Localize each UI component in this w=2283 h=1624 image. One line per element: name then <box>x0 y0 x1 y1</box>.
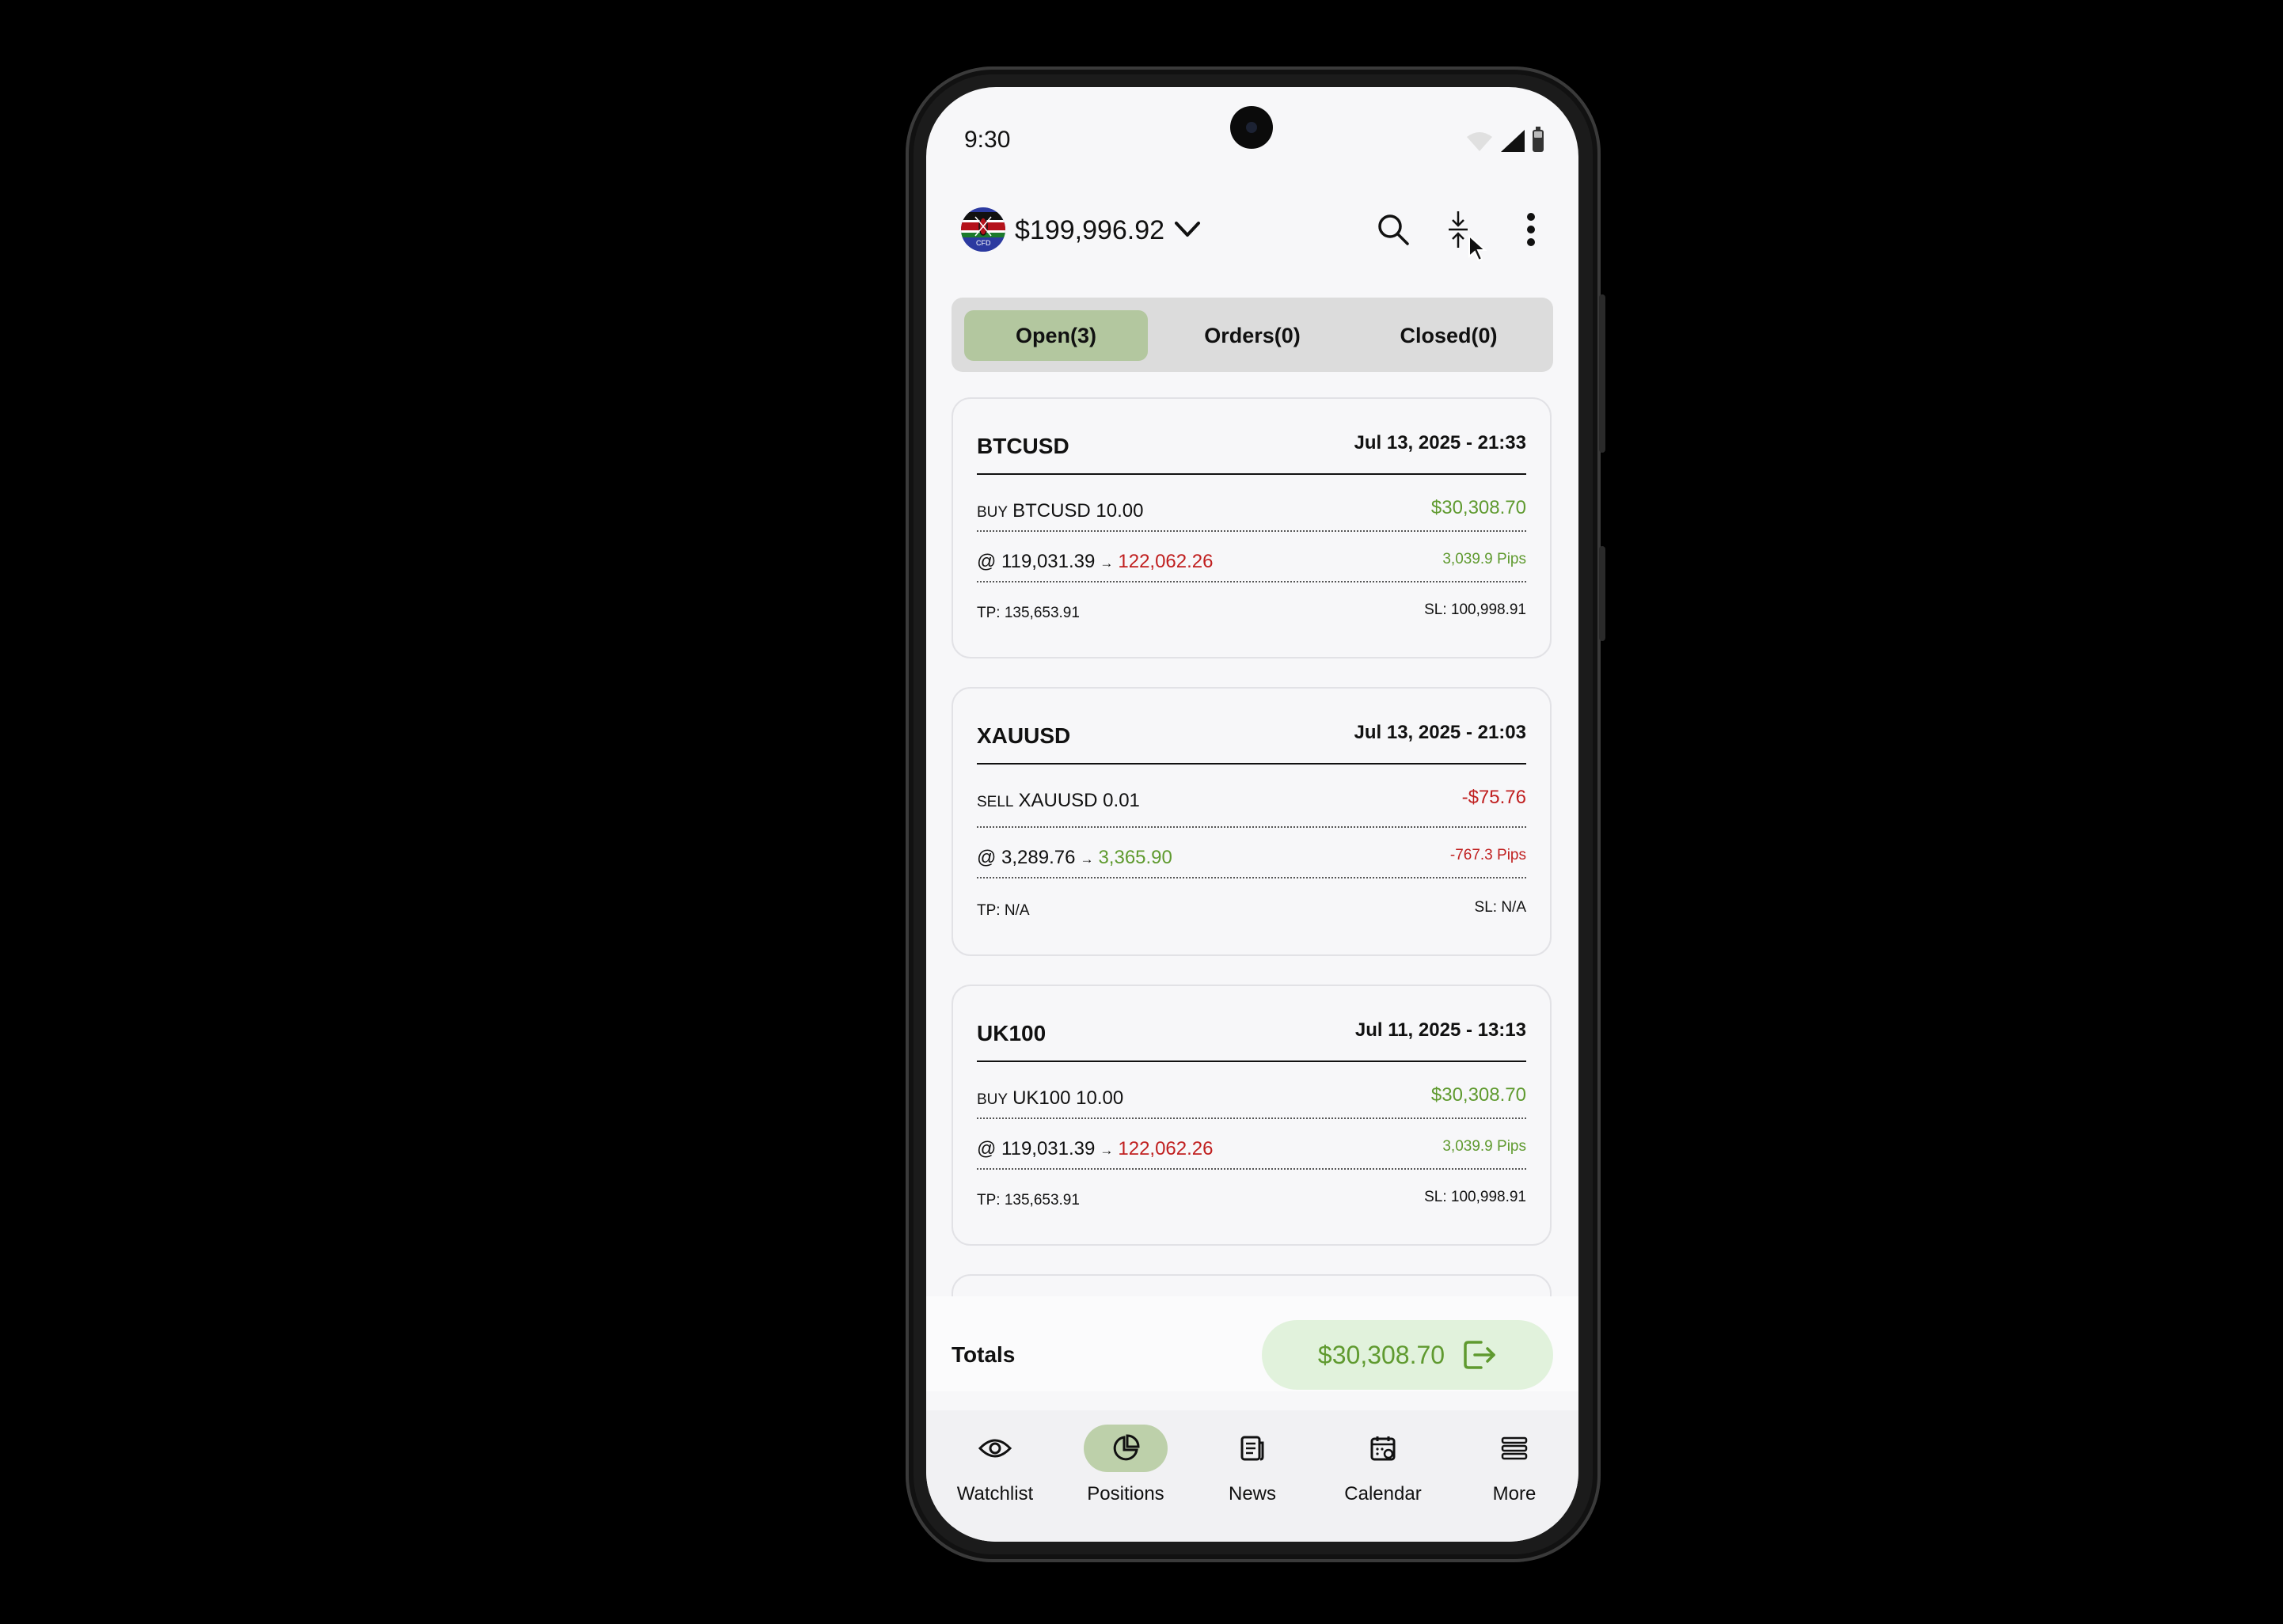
trade-side: BUY <box>977 1091 1009 1108</box>
position-trade-line: BUY UK100 10.00 <box>977 1087 1123 1110</box>
trade-side: SELL <box>977 794 1014 810</box>
nav-news[interactable]: News <box>1193 1410 1312 1513</box>
front-camera <box>1230 106 1273 149</box>
stop-loss: SL: 100,998.91 <box>1424 1189 1526 1205</box>
chevron-down-icon[interactable] <box>1172 214 1203 245</box>
tab-closed[interactable]: Closed(0) <box>1357 310 1540 361</box>
position-price-line: @ 3,289.76 → 3,365.90 <box>977 847 1172 869</box>
position-price-line: @ 119,031.39 → 122,062.26 <box>977 551 1214 573</box>
position-date: Jul 11, 2025 - 13:13 <box>1354 1019 1526 1041</box>
search-button[interactable] <box>1373 209 1414 250</box>
take-profit: TP: 135,653.91 <box>977 605 1080 621</box>
signal-icon <box>1501 130 1525 152</box>
pie-chart-icon <box>1084 1425 1168 1472</box>
calendar-icon <box>1341 1425 1425 1472</box>
status-time: 9:30 <box>964 127 1011 153</box>
more-options-button[interactable] <box>1510 209 1552 250</box>
wifi-icon <box>1467 132 1492 151</box>
current-price: 122,062.26 <box>1118 1138 1214 1159</box>
position-card-xauusd[interactable]: XAUUSD Jul 13, 2025 - 21:03 SELL XAUUSD 0… <box>952 687 1552 956</box>
divider <box>977 763 1526 765</box>
nav-label: Positions <box>1087 1483 1164 1504</box>
nav-more[interactable]: More <box>1455 1410 1574 1513</box>
nav-label: News <box>1228 1483 1276 1504</box>
totals-value: $30,308.70 <box>1317 1340 1445 1369</box>
position-trade-line: SELL XAUUSD 0.01 <box>977 790 1140 812</box>
volume-button <box>1599 546 1605 641</box>
stop-loss: SL: N/A <box>1474 899 1526 916</box>
arrow-right-icon: → <box>1100 556 1114 571</box>
position-pnl: -$75.76 <box>1461 787 1526 808</box>
position-trade-line: BUY BTCUSD 10.00 <box>977 500 1143 522</box>
instrument-quantity: BTCUSD 10.00 <box>1012 500 1144 522</box>
arrow-right-icon: → <box>1080 852 1094 867</box>
nav-positions[interactable]: Positions <box>1066 1410 1185 1513</box>
power-button <box>1599 294 1605 453</box>
account-balance: $199,996.92 <box>1015 215 1165 245</box>
dotted-divider <box>977 530 1526 532</box>
position-card-uk100[interactable]: UK100 Jul 11, 2025 - 13:13 BUY UK100 10.0… <box>952 985 1552 1246</box>
divider <box>977 473 1526 475</box>
open-price: @ 119,031.39 <box>977 551 1096 572</box>
position-pips: 3,039.9 Pips <box>1442 551 1526 567</box>
dotted-divider <box>977 826 1526 828</box>
close-all-button[interactable]: $30,308.70 <box>1262 1320 1553 1390</box>
open-price: @ 3,289.76 <box>977 847 1076 868</box>
position-card-btcusd[interactable]: BTCUSD Jul 13, 2025 - 21:33 BUY BTCUSD 10… <box>952 397 1552 658</box>
nav-label: More <box>1492 1483 1537 1504</box>
dotted-divider <box>977 1168 1526 1170</box>
nav-calendar[interactable]: Calendar <box>1324 1410 1442 1513</box>
stop-loss: SL: 100,998.91 <box>1424 601 1526 618</box>
trade-side: BUY <box>977 504 1009 521</box>
position-pips: 3,039.9 Pips <box>1442 1138 1526 1155</box>
cfd-label: CFD <box>976 239 991 247</box>
phone-screen: 9:30 CFD $199,996.92 Open(3) Orders(0) C… <box>926 87 1578 1542</box>
position-date: Jul 13, 2025 - 21:03 <box>1354 722 1526 743</box>
more-vertical-icon <box>1527 213 1535 246</box>
position-date: Jul 13, 2025 - 21:33 <box>1354 432 1526 453</box>
position-symbol: XAUUSD <box>977 723 1071 748</box>
nav-label: Calendar <box>1344 1483 1422 1504</box>
instrument-quantity: XAUUSD 0.01 <box>1018 790 1140 811</box>
account-flag-avatar[interactable]: CFD <box>961 207 1005 252</box>
tab-open[interactable]: Open(3) <box>964 310 1148 361</box>
position-pnl: $30,308.70 <box>1430 1084 1526 1106</box>
bottom-navigation: Watchlist Positions News Calendar More <box>926 1410 1578 1542</box>
mouse-cursor-icon <box>1468 234 1487 262</box>
account-header: CFD $199,996.92 <box>926 195 1578 266</box>
battery-icon <box>1533 127 1544 152</box>
position-symbol: BTCUSD <box>977 434 1069 458</box>
position-price-line: @ 119,031.39 → 122,062.26 <box>977 1138 1214 1160</box>
search-icon <box>1378 214 1409 245</box>
position-pips: -767.3 Pips <box>1449 847 1526 863</box>
divider <box>977 1061 1526 1062</box>
take-profit: TP: 135,653.91 <box>977 1192 1080 1209</box>
totals-label: Totals <box>952 1342 1016 1367</box>
position-pnl: $30,308.70 <box>1430 497 1526 518</box>
status-bar: 9:30 <box>926 87 1578 166</box>
menu-icon <box>1472 1425 1556 1472</box>
current-price: 3,365.90 <box>1098 847 1172 868</box>
nav-label: Watchlist <box>956 1483 1034 1504</box>
dotted-divider <box>977 581 1526 582</box>
position-symbol: UK100 <box>977 1021 1047 1045</box>
current-price: 122,062.26 <box>1118 551 1214 572</box>
newspaper-icon <box>1210 1425 1294 1472</box>
eye-icon <box>953 1425 1037 1472</box>
nav-watchlist[interactable]: Watchlist <box>936 1410 1054 1513</box>
open-price: @ 119,031.39 <box>977 1138 1096 1159</box>
tab-orders[interactable]: Orders(0) <box>1160 310 1344 361</box>
logout-icon <box>1464 1341 1495 1369</box>
take-profit: TP: N/A <box>977 902 1030 919</box>
instrument-quantity: UK100 10.00 <box>1012 1087 1124 1109</box>
position-tabs: Open(3) Orders(0) Closed(0) <box>952 298 1553 372</box>
arrow-right-icon: → <box>1100 1143 1114 1158</box>
dotted-divider <box>977 1117 1526 1119</box>
status-icons <box>1466 127 1544 152</box>
dotted-divider <box>977 877 1526 878</box>
